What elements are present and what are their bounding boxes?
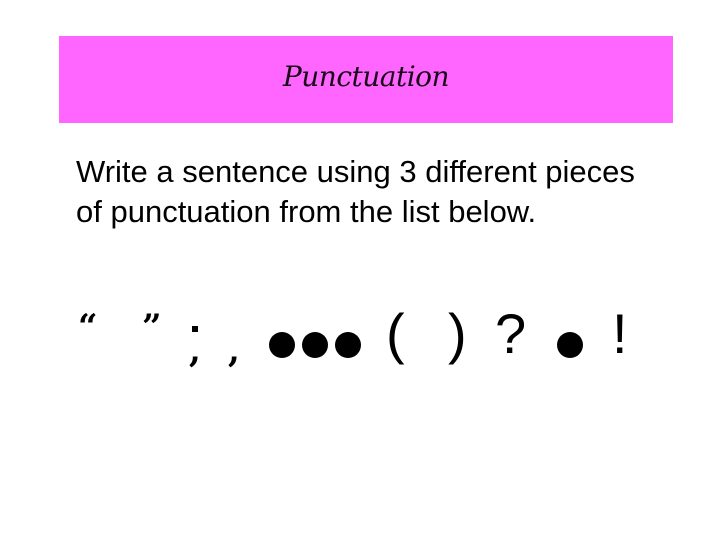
exclamation-mark: ! [612,302,628,365]
question-mark: ? [495,302,527,365]
open-quote-mark: “ [78,307,98,347]
ellipsis-dot-2 [302,332,328,358]
semicolon-comma: , [189,331,201,371]
title-banner: Punctuation [59,36,673,123]
full-stop-dot [557,332,583,358]
punctuation-list: “ ” , , ( ) ? ! [0,300,720,400]
ellipsis-dot-1 [269,332,295,358]
slide-title: Punctuation [282,60,450,93]
ellipsis-dot-3 [335,332,361,358]
comma-mark: , [228,331,240,371]
instruction-text: Write a sentence using 3 different piece… [76,154,635,229]
close-parenthesis: ) [448,302,467,365]
close-quote-mark: ” [142,307,162,347]
open-parenthesis: ( [386,302,405,365]
